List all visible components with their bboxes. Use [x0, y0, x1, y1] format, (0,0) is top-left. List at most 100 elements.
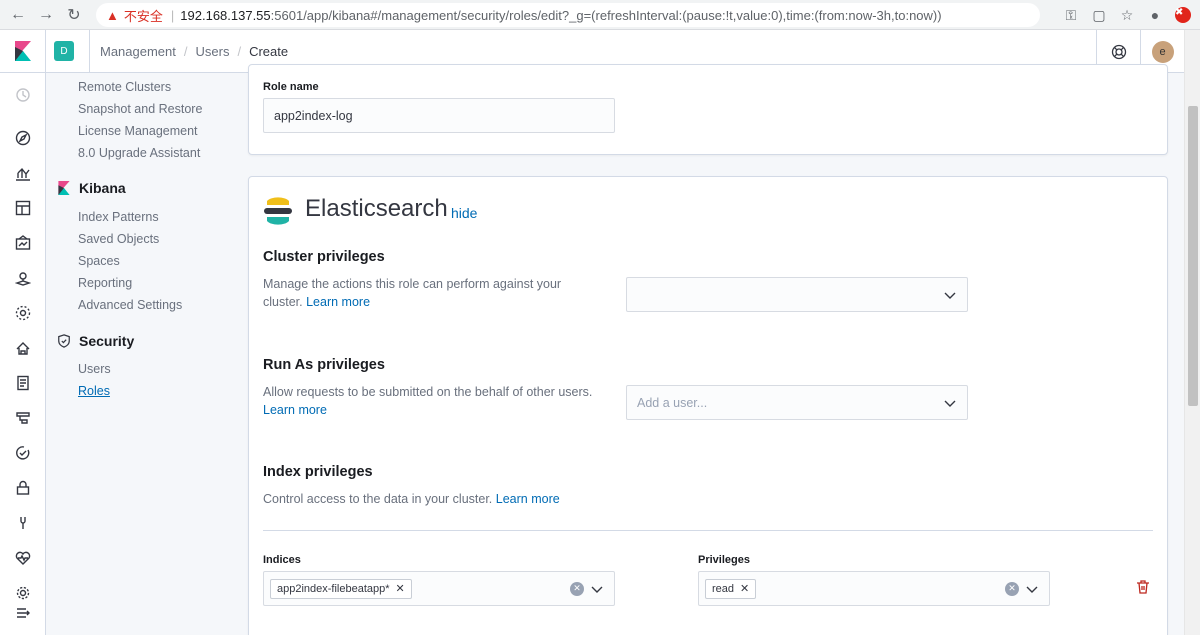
- management-gear-icon[interactable]: [13, 583, 33, 603]
- role-name-input[interactable]: app2index-log: [263, 98, 615, 133]
- clear-icon[interactable]: ✕: [570, 581, 584, 596]
- cluster-privileges-desc: Manage the actions this role can perform…: [263, 275, 593, 311]
- visualize-icon[interactable]: [13, 163, 33, 183]
- index-desc-text: Control access to the data in your clust…: [263, 492, 493, 506]
- index-pill: app2index-filebeatapp* ✕: [270, 578, 412, 599]
- app-nav: [0, 73, 46, 635]
- kibana-logo-icon: [57, 181, 71, 195]
- forward-icon[interactable]: →: [32, 1, 60, 29]
- breadcrumb-separator: /: [183, 43, 188, 59]
- management-sidebar: Remote Clusters Snapshot and Restore Lic…: [47, 73, 232, 635]
- privileges-label: Privileges: [698, 554, 750, 566]
- sidebar-group-title: Security: [79, 333, 135, 349]
- sidebar-item-users[interactable]: Users: [78, 362, 111, 376]
- remove-pill-icon[interactable]: ✕: [740, 582, 749, 595]
- siem-icon[interactable]: [13, 478, 33, 498]
- sidebar-item-reporting[interactable]: Reporting: [78, 276, 132, 290]
- run-as-learn-more-link[interactable]: Learn more: [263, 403, 327, 417]
- back-icon[interactable]: ←: [4, 1, 32, 29]
- chevron-down-icon: [944, 400, 956, 407]
- logs-icon[interactable]: [13, 373, 33, 393]
- chevron-down-icon[interactable]: [1025, 582, 1039, 596]
- url-host: 192.168.137.55: [180, 7, 271, 23]
- sidebar-item-license-management[interactable]: License Management: [78, 124, 198, 138]
- infrastructure-icon[interactable]: [13, 338, 33, 358]
- breadcrumb-create: Create: [249, 43, 289, 59]
- elasticsearch-logo-icon: [263, 197, 293, 225]
- elasticsearch-title: Elasticsearch: [305, 195, 448, 222]
- warning-icon: ▲: [106, 7, 119, 23]
- hide-link[interactable]: hide: [451, 205, 477, 221]
- recent-icon[interactable]: [13, 85, 33, 105]
- index-pill-label: app2index-filebeatapp*: [277, 582, 390, 595]
- collapse-nav-icon[interactable]: [13, 603, 33, 623]
- space-selector[interactable]: D: [46, 29, 90, 73]
- dev-tools-icon[interactable]: [13, 513, 33, 533]
- breadcrumb-management[interactable]: Management: [100, 44, 176, 59]
- scrollbar-thumb[interactable]: [1188, 106, 1198, 406]
- ml-icon[interactable]: [13, 303, 33, 323]
- sidebar-item-upgrade-assistant[interactable]: 8.0 Upgrade Assistant: [78, 146, 200, 160]
- discover-icon[interactable]: [13, 128, 33, 148]
- monitoring-icon[interactable]: [13, 548, 33, 568]
- dashboard-icon[interactable]: [13, 198, 33, 218]
- breadcrumb: Management / Users / Create: [90, 44, 288, 59]
- avatar: e: [1151, 40, 1174, 63]
- sidebar-item-roles[interactable]: Roles: [78, 384, 110, 398]
- indices-label: Indices: [263, 554, 301, 566]
- reload-icon[interactable]: ↻: [60, 1, 88, 29]
- privileges-combobox[interactable]: read ✕ ✕: [698, 571, 1050, 606]
- address-bar[interactable]: ▲ 不安全 | 192.168.137.55:5601/app/kibana#/…: [96, 3, 1040, 27]
- chevron-down-icon: [944, 292, 956, 299]
- trash-icon[interactable]: [1135, 579, 1151, 595]
- insecure-label: 不安全: [123, 8, 163, 24]
- sidebar-item-saved-objects[interactable]: Saved Objects: [78, 232, 159, 246]
- privilege-pill: read ✕: [705, 578, 757, 599]
- sidebar-item-advanced-settings[interactable]: Advanced Settings: [78, 298, 182, 312]
- page-scrollbar[interactable]: [1184, 30, 1200, 635]
- translate-icon[interactable]: ▢: [1088, 4, 1110, 26]
- account-icon[interactable]: ●: [1144, 4, 1166, 26]
- cluster-privileges-title: Cluster privileges: [263, 249, 385, 265]
- role-name-panel: Role name app2index-log: [248, 64, 1168, 155]
- space-avatar: D: [54, 41, 74, 61]
- sidebar-group-kibana: Kibana: [57, 180, 126, 196]
- sidebar-item-index-patterns[interactable]: Index Patterns: [78, 210, 159, 224]
- canvas-icon[interactable]: [13, 233, 33, 253]
- clear-icon[interactable]: ✕: [1005, 581, 1019, 596]
- run-as-desc-text: Allow requests to be submitted on the be…: [263, 385, 593, 399]
- cluster-privileges-select[interactable]: [626, 277, 968, 312]
- browser-toolbar: ← → ↻ ▲ 不安全 | 192.168.137.55:5601/app/ki…: [0, 0, 1200, 30]
- star-icon[interactable]: ☆: [1116, 4, 1138, 26]
- divider: [263, 530, 1153, 531]
- extension-icon[interactable]: ✖: [1172, 4, 1194, 26]
- breadcrumb-separator: /: [237, 43, 242, 59]
- run-as-placeholder: Add a user...: [637, 395, 708, 410]
- elasticsearch-panel: Elasticsearch hide Cluster privileges Ma…: [248, 176, 1168, 635]
- apm-icon[interactable]: [13, 408, 33, 428]
- index-learn-more-link[interactable]: Learn more: [496, 492, 560, 506]
- indices-combobox[interactable]: app2index-filebeatapp* ✕ ✕: [263, 571, 615, 606]
- sidebar-group-title: Kibana: [79, 180, 126, 196]
- sidebar-item-snapshot-restore[interactable]: Snapshot and Restore: [78, 102, 202, 116]
- shield-icon: [57, 334, 71, 348]
- sidebar-group-security: Security: [57, 333, 134, 349]
- maps-icon[interactable]: [13, 268, 33, 288]
- sidebar-item-remote-clusters[interactable]: Remote Clusters: [78, 80, 171, 94]
- key-icon[interactable]: ⚿: [1060, 4, 1082, 26]
- role-name-label: Role name: [263, 81, 319, 93]
- run-as-privileges-title: Run As privileges: [263, 357, 385, 373]
- breadcrumb-users[interactable]: Users: [196, 44, 230, 59]
- index-privileges-desc: Control access to the data in your clust…: [263, 490, 863, 508]
- url-path: :5601/app/kibana#/management/security/ro…: [270, 7, 942, 23]
- sidebar-item-spaces[interactable]: Spaces: [78, 254, 120, 268]
- cluster-learn-more-link[interactable]: Learn more: [306, 295, 370, 309]
- kibana-logo-icon[interactable]: [0, 29, 46, 73]
- chevron-down-icon[interactable]: [590, 582, 604, 596]
- address-divider: |: [170, 7, 175, 23]
- run-as-user-select[interactable]: Add a user...: [626, 385, 968, 420]
- role-name-value: app2index-log: [274, 108, 353, 123]
- uptime-icon[interactable]: [13, 443, 33, 463]
- privilege-pill-label: read: [712, 582, 735, 595]
- remove-pill-icon[interactable]: ✕: [396, 582, 405, 595]
